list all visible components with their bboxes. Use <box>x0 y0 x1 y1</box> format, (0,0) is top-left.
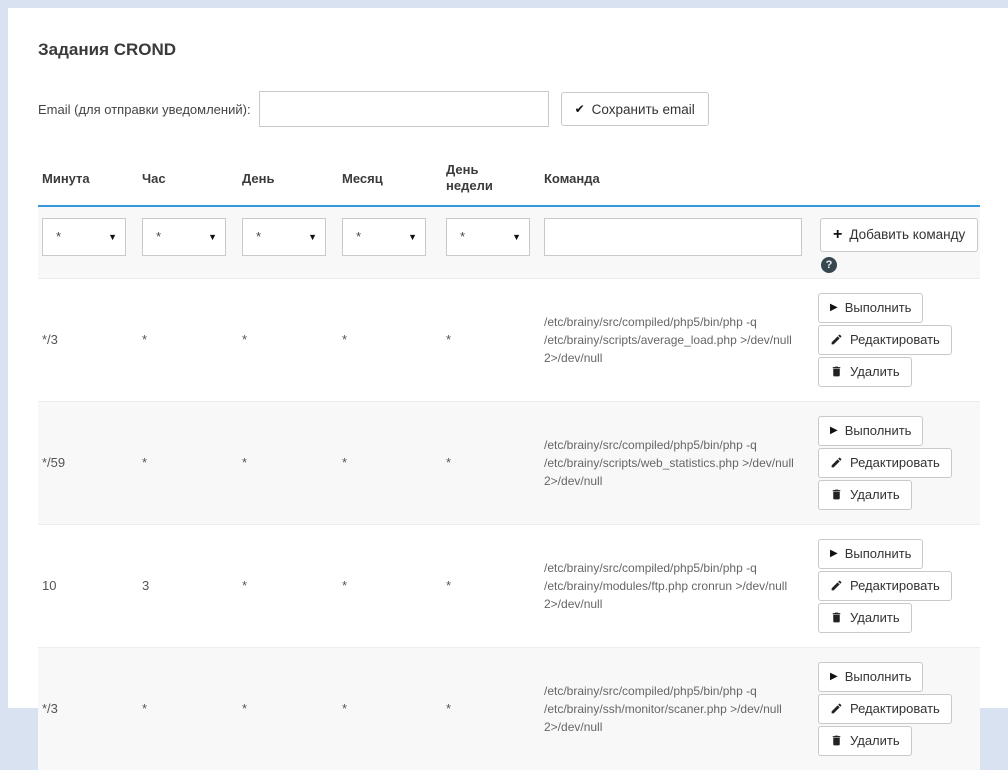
pencil-icon <box>830 456 843 469</box>
edit-button[interactable]: Редактировать <box>818 571 952 601</box>
email-section: Email (для отправки уведомлений): ✔ Сохр… <box>38 91 978 127</box>
delete-label: Удалить <box>850 733 900 748</box>
delete-label: Удалить <box>850 364 900 379</box>
command-cell: /etc/brainy/src/compiled/php5/bin/php -q… <box>544 559 806 613</box>
minute-cell: 10 <box>38 524 138 647</box>
task-row: */3 * * * * /etc/brainy/src/compiled/php… <box>38 278 980 401</box>
delete-label: Удалить <box>850 487 900 502</box>
page-title: Задания CROND <box>38 40 978 60</box>
cron-table: Минута Час День Месяц День недели Команд… <box>38 156 980 770</box>
command-input[interactable] <box>544 218 802 256</box>
edit-label: Редактировать <box>850 578 940 593</box>
run-button[interactable]: ▶ Выполнить <box>818 416 923 446</box>
play-icon: ▶ <box>830 549 838 559</box>
delete-button[interactable]: Удалить <box>818 726 912 756</box>
add-command-button[interactable]: + Добавить команду <box>820 218 978 252</box>
trash-icon <box>830 734 843 747</box>
month-cell: * <box>338 401 442 524</box>
hour-select[interactable]: * <box>142 218 226 256</box>
edit-label: Редактировать <box>850 701 940 716</box>
add-command-label: Добавить команду <box>849 227 965 242</box>
weekday-cell: * <box>442 278 540 401</box>
task-row: */59 * * * * /etc/brainy/src/compiled/ph… <box>38 401 980 524</box>
save-email-button[interactable]: ✔ Сохранить email <box>561 92 709 126</box>
edit-button[interactable]: Редактировать <box>818 694 952 724</box>
minute-select[interactable]: * <box>42 218 126 256</box>
minute-cell: */59 <box>38 401 138 524</box>
plus-icon: + <box>833 227 842 243</box>
run-label: Выполнить <box>845 546 912 561</box>
run-button[interactable]: ▶ Выполнить <box>818 539 923 569</box>
hour-cell: * <box>138 647 238 770</box>
edit-label: Редактировать <box>850 455 940 470</box>
task-row: */3 * * * * /etc/brainy/src/compiled/php… <box>38 647 980 770</box>
run-label: Выполнить <box>845 300 912 315</box>
weekday-cell: * <box>442 401 540 524</box>
day-select[interactable]: * <box>242 218 326 256</box>
pencil-icon <box>830 702 843 715</box>
month-cell: * <box>338 524 442 647</box>
day-cell: * <box>238 524 338 647</box>
column-header-weekday: День недели <box>442 156 540 206</box>
help-icon[interactable]: ? <box>821 257 837 273</box>
column-header-day: День <box>238 156 338 206</box>
delete-button[interactable]: Удалить <box>818 603 912 633</box>
weekday-cell: * <box>442 647 540 770</box>
weekday-select[interactable]: * <box>446 218 530 256</box>
email-input[interactable] <box>259 91 549 127</box>
day-cell: * <box>238 278 338 401</box>
run-label: Выполнить <box>845 669 912 684</box>
column-header-month: Месяц <box>338 156 442 206</box>
hour-cell: * <box>138 278 238 401</box>
hour-cell: 3 <box>138 524 238 647</box>
weekday-cell: * <box>442 524 540 647</box>
delete-label: Удалить <box>850 610 900 625</box>
month-select[interactable]: * <box>342 218 426 256</box>
month-cell: * <box>338 647 442 770</box>
edit-label: Редактировать <box>850 332 940 347</box>
edit-button[interactable]: Редактировать <box>818 448 952 478</box>
hour-cell: * <box>138 401 238 524</box>
play-icon: ▶ <box>830 303 838 313</box>
run-button[interactable]: ▶ Выполнить <box>818 662 923 692</box>
pencil-icon <box>830 333 843 346</box>
column-header-minute: Минута <box>38 156 138 206</box>
task-row: 10 3 * * * /etc/brainy/src/compiled/php5… <box>38 524 980 647</box>
play-icon: ▶ <box>830 426 838 436</box>
trash-icon <box>830 488 843 501</box>
delete-button[interactable]: Удалить <box>818 480 912 510</box>
run-label: Выполнить <box>845 423 912 438</box>
crond-panel: Задания CROND Email (для отправки уведом… <box>8 8 1008 708</box>
minute-cell: */3 <box>38 647 138 770</box>
command-cell: /etc/brainy/src/compiled/php5/bin/php -q… <box>544 436 806 490</box>
column-header-hour: Час <box>138 156 238 206</box>
column-header-actions <box>814 156 980 206</box>
email-label: Email (для отправки уведомлений): <box>38 102 251 117</box>
column-header-command: Команда <box>540 156 814 206</box>
table-header-row: Минута Час День Месяц День недели Команд… <box>38 156 980 206</box>
day-cell: * <box>238 401 338 524</box>
command-cell: /etc/brainy/src/compiled/php5/bin/php -q… <box>544 313 806 367</box>
add-task-row: * ▼ * ▼ * <box>38 206 980 279</box>
delete-button[interactable]: Удалить <box>818 357 912 387</box>
command-cell: /etc/brainy/src/compiled/php5/bin/php -q… <box>544 682 806 736</box>
save-email-label: Сохранить email <box>592 102 695 117</box>
minute-cell: */3 <box>38 278 138 401</box>
trash-icon <box>830 611 843 624</box>
pencil-icon <box>830 579 843 592</box>
trash-icon <box>830 365 843 378</box>
play-icon: ▶ <box>830 672 838 682</box>
day-cell: * <box>238 647 338 770</box>
check-icon: ✔ <box>575 103 585 115</box>
edit-button[interactable]: Редактировать <box>818 325 952 355</box>
run-button[interactable]: ▶ Выполнить <box>818 293 923 323</box>
month-cell: * <box>338 278 442 401</box>
